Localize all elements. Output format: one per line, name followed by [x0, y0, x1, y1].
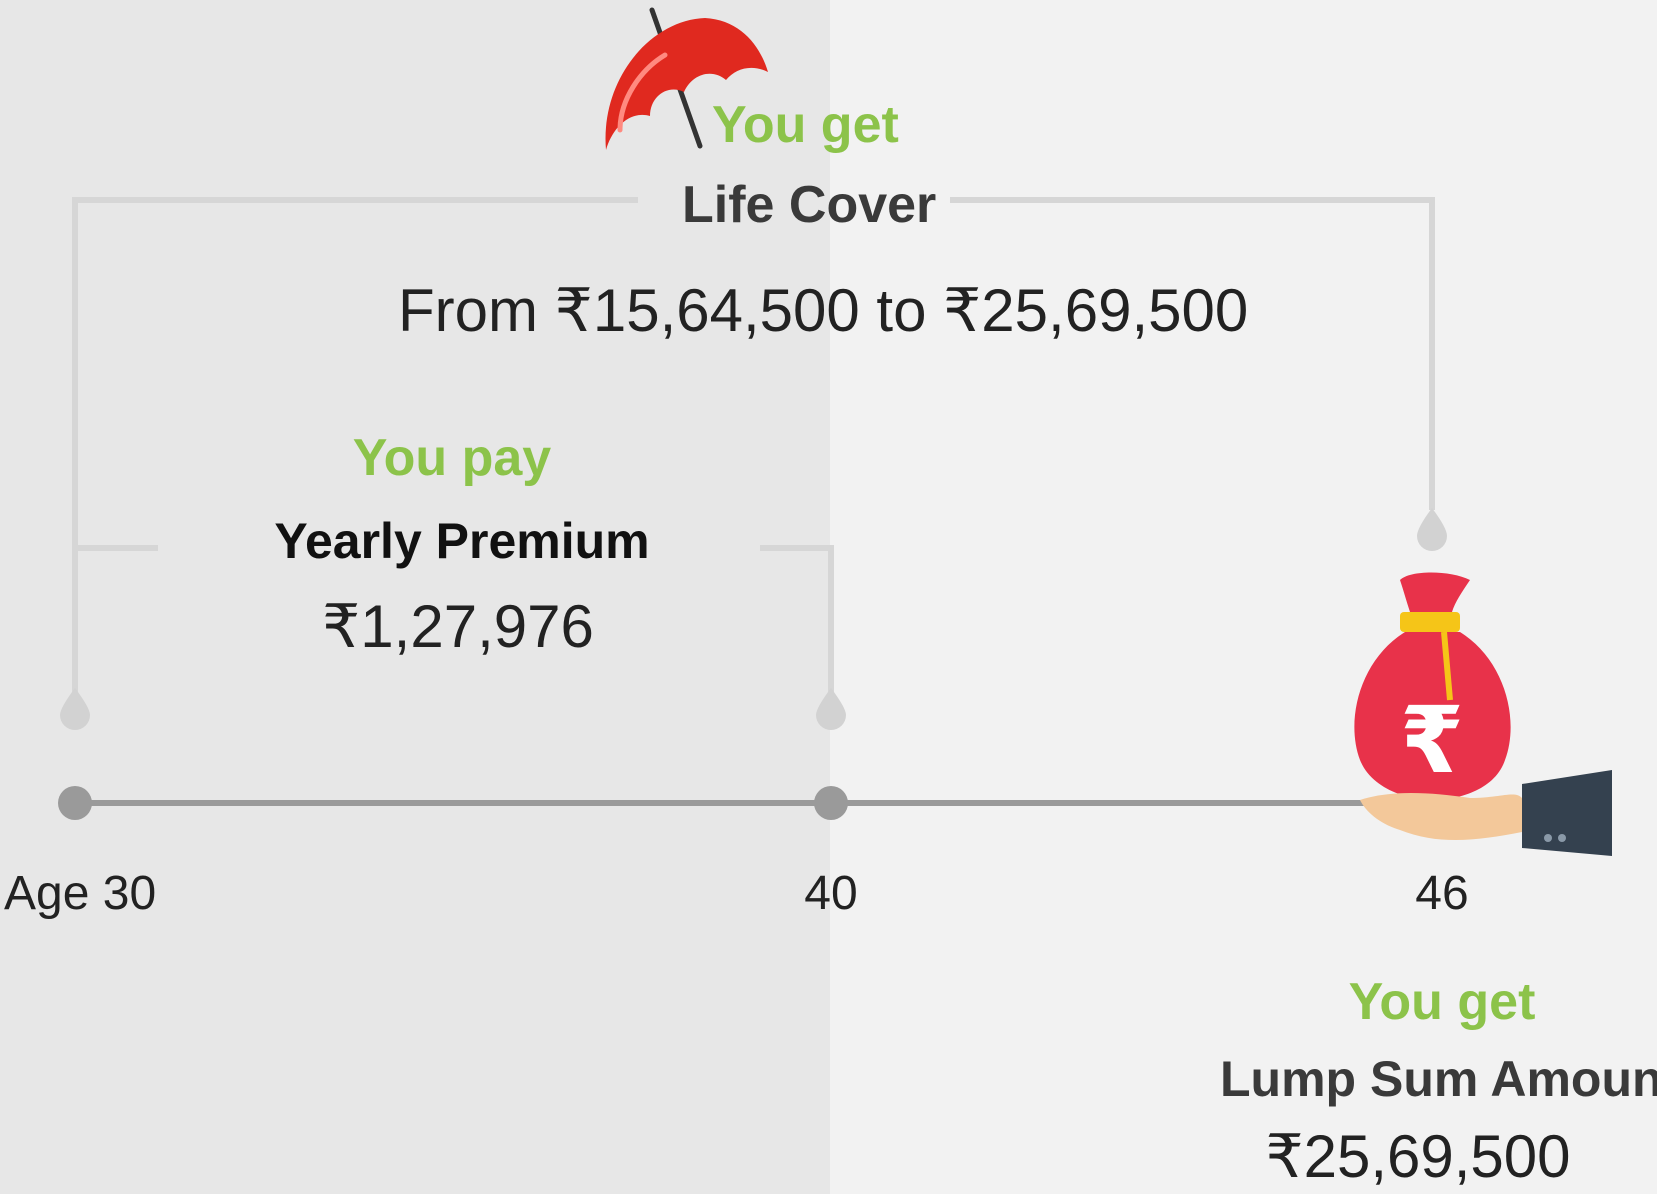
life-cover-eyebrow: You get [712, 96, 899, 154]
timeline-label-mid: 40 [804, 867, 858, 920]
drop-marker-start [60, 688, 90, 730]
timeline-node-mid [814, 786, 848, 820]
premium-eyebrow: You pay [352, 429, 552, 487]
life-cover-title: Life Cover [682, 176, 937, 234]
life-cover-range: From ₹15,64,500 to ₹25,69,500 [398, 277, 1249, 344]
timeline-label-end: 46 [1415, 867, 1469, 920]
money-bag-hand-icon: ₹ [1354, 572, 1612, 856]
drop-marker-end [1417, 508, 1447, 551]
premium-title: Yearly Premium [274, 513, 650, 569]
drop-marker-mid [816, 688, 846, 730]
svg-text:₹: ₹ [1400, 687, 1464, 794]
maturity-amount: ₹25,69,500 [1265, 1123, 1571, 1190]
maturity-title: Lump Sum Amount [1220, 1051, 1657, 1107]
timeline-label-start: Age 30 [4, 867, 157, 920]
timeline-node-start [58, 786, 92, 820]
life-cover-bracket [72, 197, 1435, 700]
maturity-eyebrow: You get [1348, 973, 1536, 1031]
premium-amount: ₹1,27,976 [322, 593, 594, 660]
